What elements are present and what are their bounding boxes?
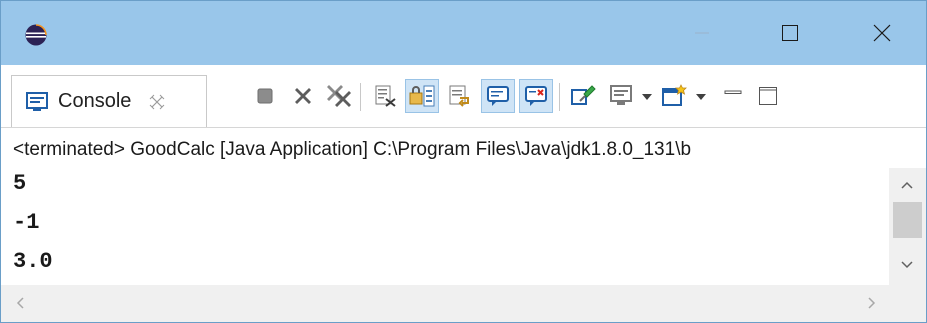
show-on-stderr-icon bbox=[525, 86, 547, 106]
minimize-button[interactable] bbox=[673, 1, 731, 65]
chevron-right-icon[interactable] bbox=[863, 295, 879, 311]
display-selected-console-icon bbox=[610, 85, 632, 105]
eclipse-console-window: Console <terminated> GoodCalc [Java Appl… bbox=[0, 0, 927, 323]
close-icon[interactable] bbox=[149, 94, 165, 110]
toolbar-separator bbox=[360, 83, 361, 111]
minimize-view-icon bbox=[724, 90, 742, 94]
clear-console-icon bbox=[375, 85, 396, 107]
scroll-lock-icon bbox=[409, 85, 435, 107]
horizontal-scrollbar[interactable] bbox=[1, 285, 926, 322]
maximize-view-icon bbox=[759, 87, 777, 105]
vertical-scroll-thumb[interactable] bbox=[893, 202, 922, 238]
toolbar-separator bbox=[559, 83, 560, 111]
close-icon bbox=[873, 24, 891, 42]
pin-console-icon bbox=[571, 85, 596, 105]
chevron-down-icon[interactable] bbox=[899, 256, 915, 272]
minimize-view-button[interactable] bbox=[716, 79, 750, 113]
eclipse-icon bbox=[25, 24, 47, 46]
launch-status: <terminated> GoodCalc [Java Application]… bbox=[13, 139, 692, 160]
chevron-left-icon[interactable] bbox=[13, 295, 29, 311]
word-wrap-button[interactable] bbox=[443, 79, 477, 113]
remove-all-terminated-button[interactable] bbox=[322, 79, 356, 113]
console-status-line: <terminated> GoodCalc [Java Application]… bbox=[1, 128, 926, 168]
output-line: 3.0 bbox=[13, 249, 53, 274]
clear-console-button[interactable] bbox=[368, 79, 402, 113]
pin-console-button[interactable] bbox=[566, 79, 600, 113]
show-on-stdout-button[interactable] bbox=[481, 79, 515, 113]
minimize-icon bbox=[695, 32, 709, 34]
open-console-button[interactable] bbox=[657, 79, 691, 113]
terminate-button[interactable] bbox=[248, 79, 282, 113]
remove-launch-icon bbox=[295, 88, 311, 104]
vertical-scrollbar[interactable] bbox=[889, 168, 926, 285]
maximize-icon bbox=[782, 25, 798, 41]
close-window-button[interactable] bbox=[853, 1, 911, 65]
remove-launch-button[interactable] bbox=[286, 79, 320, 113]
chevron-down-icon[interactable] bbox=[696, 94, 706, 100]
word-wrap-icon bbox=[449, 85, 469, 107]
maximize-view-button[interactable] bbox=[751, 79, 785, 113]
terminate-icon bbox=[257, 88, 273, 104]
view-tab-row: Console bbox=[1, 65, 926, 128]
scroll-lock-button[interactable] bbox=[405, 79, 439, 113]
chevron-down-icon[interactable] bbox=[642, 94, 652, 100]
show-on-stdout-icon bbox=[487, 86, 509, 106]
show-on-stderr-button[interactable] bbox=[519, 79, 553, 113]
console-output[interactable]: 5 -1 3.0 bbox=[1, 168, 889, 285]
open-console-icon bbox=[662, 84, 687, 106]
tab-console-label: Console bbox=[58, 90, 132, 112]
title-bar[interactable] bbox=[1, 1, 926, 65]
tab-console[interactable]: Console bbox=[11, 75, 207, 127]
output-line: 5 bbox=[13, 171, 27, 196]
maximize-button[interactable] bbox=[761, 1, 819, 65]
output-line: -1 bbox=[13, 210, 40, 235]
display-selected-console-button[interactable] bbox=[604, 79, 638, 113]
remove-all-terminated-icon bbox=[327, 85, 351, 107]
chevron-up-icon[interactable] bbox=[899, 178, 915, 194]
console-icon bbox=[26, 91, 48, 111]
